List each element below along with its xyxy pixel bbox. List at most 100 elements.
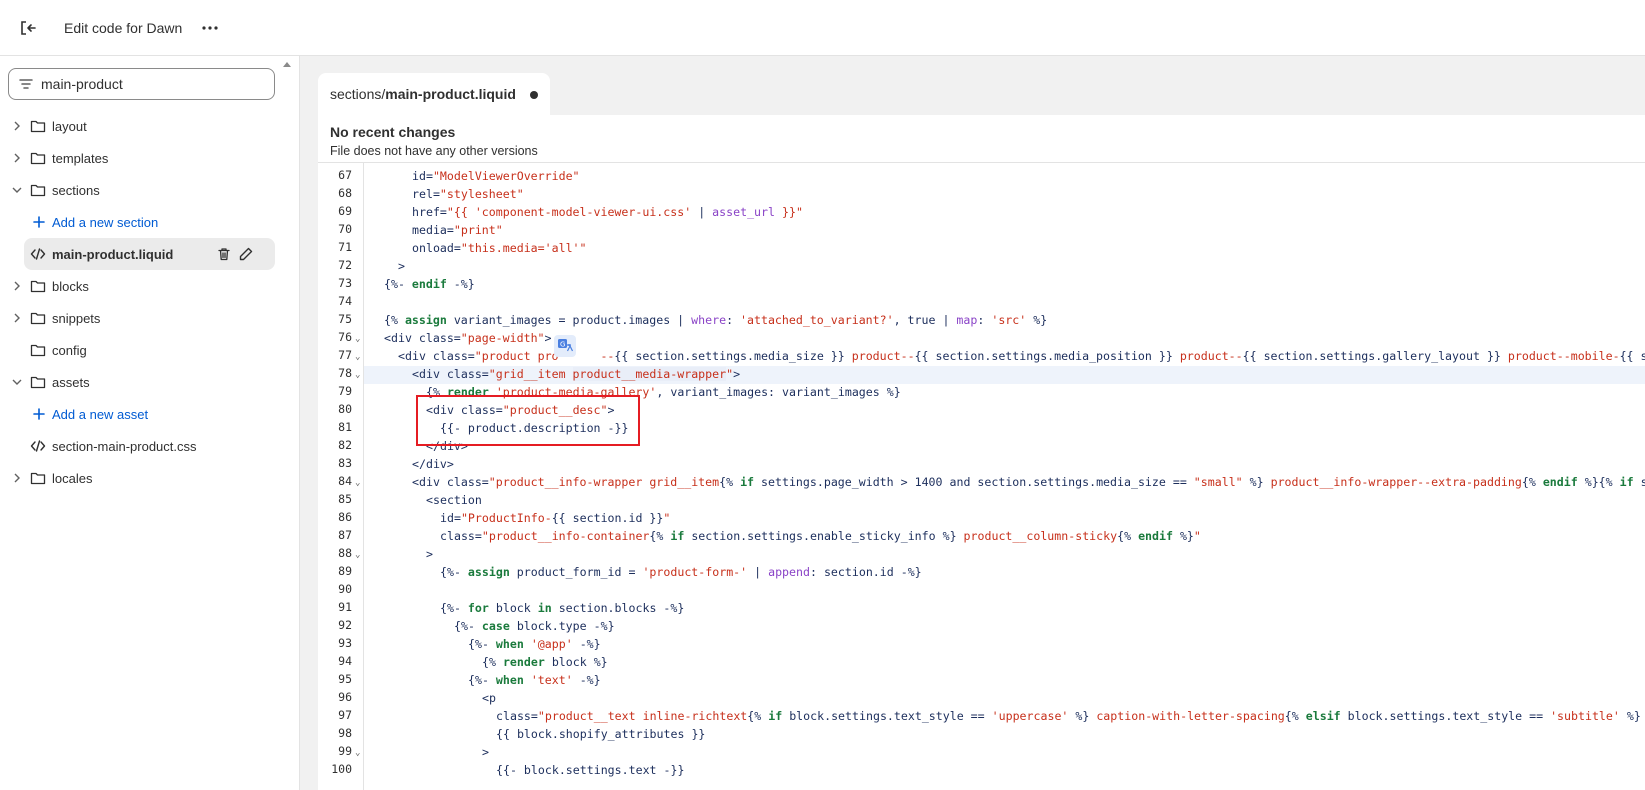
line-number: 72 [338,258,352,272]
version-subtext: File does not have any other versions [330,144,538,158]
fold-chevron-icon[interactable]: ⌄ [355,370,360,380]
more-actions-button[interactable] [196,14,224,42]
folder-label: assets [52,375,90,390]
line-number: 97 [338,708,352,722]
line-number: 98 [338,726,352,740]
line-number: 94 [338,654,352,668]
chevron-right-icon[interactable] [12,473,22,483]
unsaved-dot-icon [530,91,538,99]
translate-icon[interactable]: G [554,335,576,357]
line-number: 80 [338,402,352,416]
folder-icon [30,280,46,293]
add-section-label: Add a new section [52,215,159,230]
folder-icon [30,344,46,357]
folder-label: snippets [52,311,101,326]
edit-pencil-icon[interactable] [238,246,254,262]
folder-snippets[interactable]: snippets [0,302,300,334]
line-number: 70 [338,222,352,236]
folder-icon [30,376,46,389]
line-number: 73 [338,276,352,290]
file-label: main-product.liquid [52,247,174,262]
folder-label: locales [52,471,93,486]
line-number: 75 [338,312,352,326]
line-number: 76 [338,330,352,344]
chevron-right-icon[interactable] [12,121,22,131]
line-number: 91 [338,600,352,614]
page-title: Edit code for Dawn [64,19,183,36]
line-number: 96 [338,690,352,704]
fold-chevron-icon[interactable]: ⌄ [355,352,360,362]
chevron-right-icon[interactable] [12,153,22,163]
plus-icon [33,408,45,420]
svg-text:G: G [560,341,565,349]
folder-icon [30,152,46,165]
code-editor[interactable]: 67 68 69 70 71 72 73 74 75 76 ⌄ 77 ⌄ 78 ⌄ 79 80 81 82 83 84 ⌄… [318,163,1645,790]
tab-filename: main-product.liquid [385,86,516,102]
highlight-box [416,395,640,446]
folder-sections[interactable]: sections [0,174,300,206]
file-section-main-product-css[interactable]: section-main-product.css [0,430,300,462]
filter-icon [19,79,33,89]
folder-icon [30,184,46,197]
line-number: 71 [338,240,352,254]
line-number: 95 [338,672,352,686]
delete-icon[interactable] [216,246,232,262]
folder-layout[interactable]: layout [0,110,300,142]
editor-panel: No recent changes File does not have any… [318,115,1645,790]
add-new-asset-link[interactable]: Add a new asset [0,398,300,430]
line-number: 77 [338,348,352,362]
fold-chevron-icon[interactable]: ⌄ [355,550,360,560]
plus-icon [33,216,45,228]
file-sidebar: layout templates sections Add a new sect… [0,56,300,790]
folder-icon [30,472,46,485]
line-number: 87 [338,528,352,542]
exit-icon [21,20,36,35]
folder-label: sections [52,183,100,198]
tab-path: sections/ [330,86,386,102]
file-main-product-liquid[interactable]: main-product.liquid [24,238,275,270]
line-number: 99 [338,744,352,758]
line-number: 82 [338,438,352,452]
folder-icon [30,120,46,133]
line-number: 74 [338,294,352,308]
top-bar: Edit code for Dawn [0,0,1645,56]
fold-chevron-icon[interactable]: ⌄ [355,334,360,344]
fold-chevron-icon[interactable]: ⌄ [355,748,360,758]
file-tree: layout templates sections Add a new sect… [0,110,300,494]
line-number: 67 [338,168,352,182]
file-search[interactable] [8,68,275,100]
folder-label: templates [52,151,109,166]
folder-config[interactable]: config [0,334,300,366]
line-number: 88 [338,546,352,560]
folder-templates[interactable]: templates [0,142,300,174]
code-file-icon [30,440,46,452]
line-number: 69 [338,204,352,218]
file-search-input[interactable] [41,76,251,92]
add-new-section-link[interactable]: Add a new section [0,206,300,238]
folder-label: config [52,343,87,358]
code-content[interactable]: id="ModelViewerOverride" rel="stylesheet… [364,163,1645,790]
chevron-right-icon[interactable] [12,281,22,291]
line-number: 68 [338,186,352,200]
code-file-icon [30,248,46,260]
line-number: 83 [338,456,352,470]
chevron-right-icon[interactable] [12,313,22,323]
scroll-up-arrow-icon[interactable] [283,62,291,67]
add-asset-label: Add a new asset [52,407,149,422]
line-number: 92 [338,618,352,632]
editor-area: sections/main-product.liquid No recent c… [300,56,1645,790]
file-tab[interactable]: sections/main-product.liquid [318,73,550,115]
version-heading: No recent changes [330,124,456,140]
line-number-gutter: 67 68 69 70 71 72 73 74 75 76 ⌄ 77 ⌄ 78 ⌄ 79 80 81 82 83 84 ⌄… [318,163,364,790]
line-number: 89 [338,564,352,578]
chevron-down-icon[interactable] [12,185,22,195]
exit-button[interactable] [0,0,56,56]
folder-locales[interactable]: locales [0,462,300,494]
folder-assets[interactable]: assets [0,366,300,398]
chevron-down-icon[interactable] [12,377,22,387]
folder-label: blocks [52,279,89,294]
folder-icon [30,312,46,325]
folder-blocks[interactable]: blocks [0,270,300,302]
line-number: 85 [338,492,352,506]
fold-chevron-icon[interactable]: ⌄ [355,478,360,488]
